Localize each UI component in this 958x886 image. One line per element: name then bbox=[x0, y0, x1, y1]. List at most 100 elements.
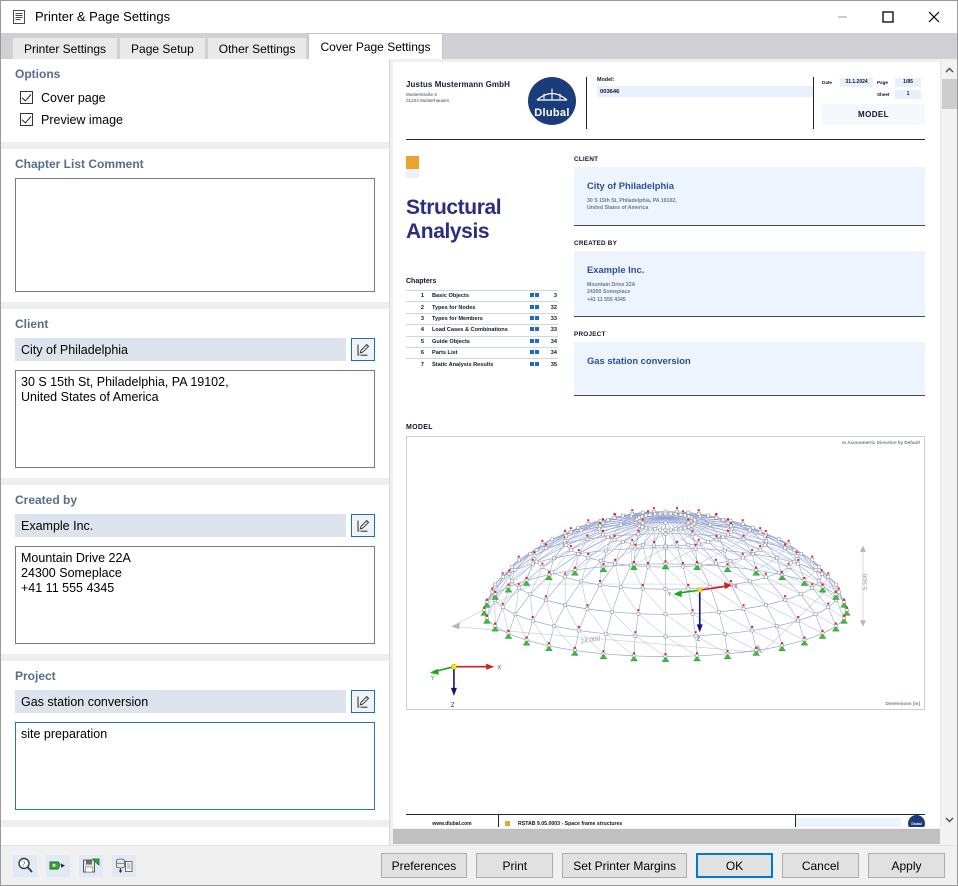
chapter-number: 7 bbox=[406, 358, 431, 371]
client-name-input[interactable]: City of Philadelphia bbox=[15, 338, 346, 361]
tab-printer-settings[interactable]: Printer Settings bbox=[12, 37, 119, 59]
project-name-input[interactable]: Gas station conversion bbox=[15, 690, 346, 713]
table-row: 1 Basic Objects 3 bbox=[406, 289, 558, 302]
table-row: 3 Types for Members 33 bbox=[406, 312, 558, 325]
chapter-bars-icon bbox=[522, 358, 540, 371]
scroll-up-arrow-icon[interactable] bbox=[941, 62, 958, 79]
created-by-section-name: Example Inc. bbox=[587, 263, 645, 275]
maximize-button[interactable] bbox=[865, 1, 911, 32]
model-units-note: Dimensions [m] bbox=[885, 701, 920, 707]
header-date-row: Date 31.1.2024 Page 1/85 bbox=[822, 77, 925, 87]
preview-image-label: Preview image bbox=[41, 112, 123, 127]
ok-button[interactable]: OK bbox=[696, 853, 773, 878]
chapter-page: 33 bbox=[540, 324, 558, 337]
export-database-icon[interactable] bbox=[112, 854, 136, 877]
header-meta-block: Date 31.1.2024 Page 1/85 Sheet 1 MODEL bbox=[813, 77, 925, 129]
cover-page-checkbox[interactable] bbox=[20, 91, 33, 104]
document-header: Justus Mustermann GmbH Musterstraße 5 01… bbox=[406, 77, 925, 135]
bridge-arch-icon bbox=[536, 88, 568, 101]
header-model-value: 003646 bbox=[597, 86, 813, 97]
project-section-box: Gas station conversion bbox=[574, 342, 925, 397]
header-page-label: Page bbox=[876, 79, 888, 85]
header-company-address: Musterstraße 5 01234 Musterhausen bbox=[406, 92, 450, 103]
dialog-content: Options Cover page Preview image Chapter… bbox=[1, 59, 957, 845]
chapter-name: Types for Nodes bbox=[431, 301, 522, 314]
dlubal-logo: Dlubal bbox=[528, 77, 576, 125]
header-model-label: Model: bbox=[597, 77, 615, 83]
options-group-title: Options bbox=[15, 67, 61, 81]
document-body: Structural Analysis Chapters 1 Basic Obj… bbox=[406, 156, 925, 410]
footer-blank-field bbox=[796, 818, 901, 827]
project-edit-button[interactable] bbox=[351, 690, 375, 713]
chapter-bars-icon bbox=[522, 324, 540, 337]
header-date-value: 31.1.2024 bbox=[840, 77, 873, 87]
cover-page-checkbox-row[interactable]: Cover page bbox=[20, 88, 375, 107]
cancel-button[interactable]: Cancel bbox=[782, 853, 859, 878]
created-by-group-title: Created by bbox=[15, 493, 78, 507]
table-row: 7 Static Analysis Results 35 bbox=[406, 358, 558, 371]
footer-orange-square bbox=[505, 821, 510, 826]
header-page-value: 1/85 bbox=[895, 77, 921, 87]
apply-button[interactable]: Apply bbox=[868, 853, 945, 878]
preview-image-checkbox-row[interactable]: Preview image bbox=[20, 110, 375, 129]
vscroll-track[interactable] bbox=[941, 79, 958, 811]
close-button[interactable] bbox=[911, 1, 957, 32]
chapter-page: 3 bbox=[540, 289, 558, 302]
chapter-number: 5 bbox=[406, 335, 431, 348]
chapter-number: 6 bbox=[406, 346, 431, 359]
document-footer: www.dlubal.com RSTAB 9.05.0003 - Space f… bbox=[406, 814, 925, 827]
created-by-name-input[interactable]: Example Inc. bbox=[15, 514, 346, 537]
client-section-address: 30 S 15th St, Philadelphia, PA 19102, Un… bbox=[587, 198, 677, 212]
vscroll-thumb[interactable] bbox=[941, 79, 957, 109]
tab-page-setup[interactable]: Page Setup bbox=[119, 37, 206, 59]
header-divider bbox=[406, 139, 925, 140]
created-by-edit-button[interactable] bbox=[351, 514, 375, 537]
chapters-table: 1 Basic Objects 3 2 Types for Nodes 32 3… bbox=[406, 289, 558, 371]
preferences-button[interactable]: Preferences bbox=[380, 853, 468, 878]
svg-text:X: X bbox=[734, 584, 738, 590]
project-group: Project Gas station conversion site prep… bbox=[1, 661, 389, 827]
minimize-button[interactable] bbox=[819, 1, 865, 32]
project-description-input[interactable]: site preparation bbox=[15, 722, 375, 810]
client-group-title: Client bbox=[15, 317, 49, 331]
print-button[interactable]: Print bbox=[476, 853, 554, 878]
preview-zoom-icon[interactable]: ? bbox=[13, 854, 37, 877]
client-section-box: City of Philadelphia 30 S 15th St, Phila… bbox=[574, 167, 925, 226]
project-name-row: Gas station conversion bbox=[15, 690, 375, 713]
created-by-address-input[interactable]: Mountain Drive 22A 24300 Someplace +41 1… bbox=[15, 546, 375, 644]
chapter-name: Static Analysis Results bbox=[431, 358, 522, 371]
tab-cover-page-settings[interactable]: Cover Page Settings bbox=[308, 33, 443, 59]
dome-truss-render: 24.000 5.500 X Y Z X Y Z bbox=[429, 507, 869, 709]
chapter-bars-icon bbox=[522, 312, 540, 325]
tab-other-settings[interactable]: Other Settings bbox=[206, 37, 308, 59]
preview-vertical-scrollbar[interactable] bbox=[940, 62, 957, 828]
chapter-list-comment-title: Chapter List Comment bbox=[15, 157, 144, 171]
model-view-note: In Axonometric Direction by Default bbox=[842, 440, 920, 446]
dialog-button-bar: ? Preferences Print Set Printer Margins … bbox=[1, 845, 957, 885]
hscroll-thumb[interactable] bbox=[393, 829, 940, 844]
cover-page-document[interactable]: Justus Mustermann GmbH Musterstraße 5 01… bbox=[393, 62, 940, 828]
document-left-column: Structural Analysis Chapters 1 Basic Obj… bbox=[406, 156, 558, 410]
chapter-list-comment-input[interactable] bbox=[15, 178, 375, 292]
load-settings-icon[interactable] bbox=[46, 854, 70, 877]
scroll-down-arrow-icon[interactable] bbox=[941, 811, 958, 828]
save-settings-icon[interactable] bbox=[79, 854, 103, 877]
set-printer-margins-button[interactable]: Set Printer Margins bbox=[562, 853, 687, 878]
action-buttons: Preferences Print Set Printer Margins OK… bbox=[380, 853, 945, 878]
chapter-name: Types for Members bbox=[431, 312, 522, 325]
footer-website: www.dlubal.com bbox=[432, 820, 472, 827]
preview-horizontal-scrollbar[interactable] bbox=[393, 828, 957, 845]
pencil-edit-icon bbox=[356, 343, 369, 356]
client-address-input[interactable]: 30 S 15th St, Philadelphia, PA 19102, Un… bbox=[15, 370, 375, 468]
chapters-heading: Chapters bbox=[406, 278, 437, 285]
chapter-list-comment-group: Chapter List Comment bbox=[1, 149, 389, 309]
hscroll-track[interactable] bbox=[393, 828, 940, 845]
footer-program: RSTAB 9.05.0003 - Space frame structures bbox=[518, 820, 623, 827]
project-section-label: PROJECT bbox=[574, 331, 606, 339]
pencil-edit-icon bbox=[356, 519, 369, 532]
preview-image-checkbox[interactable] bbox=[20, 113, 33, 126]
utility-icon-group: ? bbox=[13, 854, 136, 877]
svg-text:Y: Y bbox=[431, 676, 435, 682]
client-edit-button[interactable] bbox=[351, 338, 375, 361]
model-preview-image[interactable]: In Axonometric Direction by Default Dime… bbox=[406, 436, 925, 711]
